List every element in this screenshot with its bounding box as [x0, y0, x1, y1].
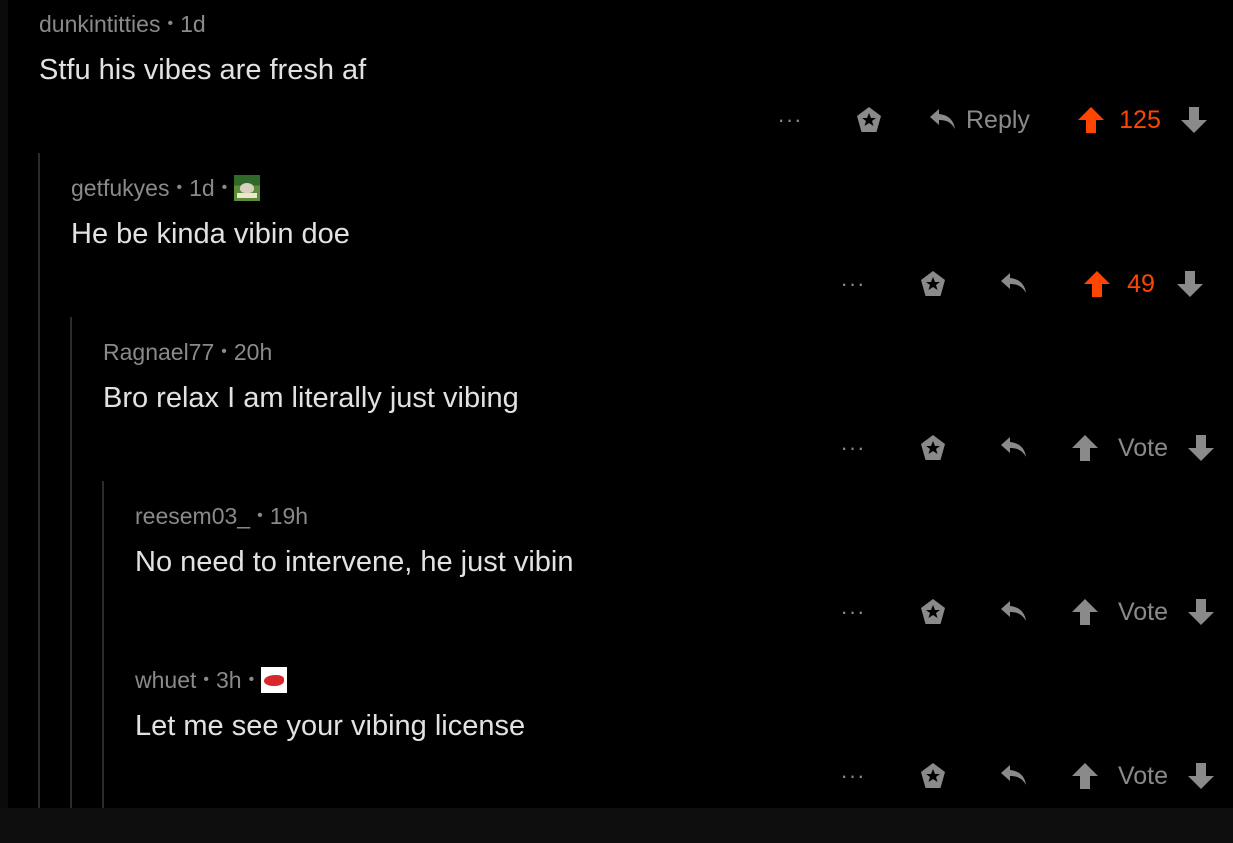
award-button[interactable]: [916, 595, 950, 629]
reply-icon: [1001, 765, 1026, 785]
comment-body: No need to intervene, he just vibin: [135, 546, 574, 578]
more-options-button[interactable]: ···: [835, 592, 871, 632]
upvote-arrow-icon: [1072, 435, 1098, 461]
award-icon: [921, 271, 945, 296]
reply-icon: [1001, 273, 1026, 293]
downvote-arrow-icon: [1188, 763, 1214, 789]
comment-actions: ··· Reply 125: [0, 100, 1233, 140]
timestamp: 1d: [180, 10, 206, 37]
award-icon: [921, 435, 945, 460]
downvote-button[interactable]: [1184, 595, 1218, 629]
username[interactable]: Ragnael77: [103, 339, 214, 366]
thread-line-depth-2[interactable]: [70, 317, 72, 808]
score: 125: [1119, 105, 1161, 134]
reply-label: Reply: [966, 105, 1030, 134]
bottom-strip: [0, 808, 1233, 843]
timestamp: 19h: [269, 502, 309, 529]
downvote-arrow-icon: [1188, 435, 1214, 461]
award-icon: [921, 599, 945, 624]
separator-dot: •: [176, 179, 183, 196]
comment-actions: ··· Vote: [0, 428, 1233, 468]
reply-button[interactable]: [997, 595, 1031, 629]
comment-actions: ··· Vote: [0, 592, 1233, 632]
upvote-arrow-icon: [1072, 599, 1098, 625]
reply-icon: [930, 109, 955, 129]
reply-icon: [1001, 437, 1026, 457]
shoe-flair-icon: [261, 667, 288, 693]
vote-label: Vote: [1117, 597, 1169, 626]
comment-meta: Ragnael77 • 20h: [103, 337, 272, 367]
username[interactable]: reesem03_: [135, 503, 250, 530]
reply-button[interactable]: [997, 431, 1031, 465]
more-options-button[interactable]: ···: [835, 428, 871, 468]
username[interactable]: dunkintitties: [39, 11, 160, 38]
more-options-button[interactable]: ···: [772, 100, 808, 140]
downvote-button[interactable]: [1184, 759, 1218, 793]
separator-dot: •: [257, 507, 263, 524]
award-icon: [857, 107, 881, 132]
separator-dot: •: [203, 671, 209, 688]
vote-label: Vote: [1117, 433, 1169, 462]
award-icon: [921, 763, 945, 788]
reply-button[interactable]: [997, 267, 1031, 301]
separator-dot: •: [167, 15, 174, 32]
comment-meta: getfukyes • 1d •: [71, 173, 261, 203]
upvote-button[interactable]: [1068, 431, 1102, 465]
thread-line-depth-1[interactable]: [38, 153, 40, 808]
award-button[interactable]: [916, 431, 950, 465]
upvote-button[interactable]: [1068, 595, 1102, 629]
award-button[interactable]: [852, 103, 886, 137]
reply-icon: [1001, 601, 1026, 621]
downvote-arrow-icon: [1181, 107, 1207, 133]
timestamp: 1d: [189, 174, 215, 201]
timestamp: 20h: [233, 338, 273, 365]
more-options-button[interactable]: ···: [835, 264, 871, 304]
award-button[interactable]: [916, 759, 950, 793]
more-options-button[interactable]: ···: [835, 756, 871, 796]
separator-dot: •: [221, 179, 228, 196]
comment-actions: ··· 49: [0, 264, 1233, 304]
separator-dot: •: [221, 343, 227, 360]
comment-body: Let me see your vibing license: [135, 710, 526, 742]
amen-flair-icon: [234, 175, 261, 201]
comment-meta: dunkintitties • 1d: [39, 9, 206, 39]
downvote-button[interactable]: [1177, 103, 1211, 137]
reply-button[interactable]: [997, 759, 1031, 793]
comment-body: Stfu his vibes are fresh af: [39, 54, 367, 86]
separator-dot: •: [248, 671, 255, 688]
downvote-button[interactable]: [1184, 431, 1218, 465]
upvote-arrow-icon: [1072, 763, 1098, 789]
upvote-button[interactable]: [1074, 103, 1108, 137]
comment-meta: reesem03_ • 19h: [135, 501, 308, 531]
downvote-button[interactable]: [1173, 267, 1207, 301]
timestamp: 3h: [215, 666, 242, 693]
comment-actions: ··· Vote: [0, 756, 1233, 796]
comment-body: He be kinda vibin doe: [71, 218, 350, 250]
upvote-arrow-icon: [1084, 271, 1110, 297]
username[interactable]: getfukyes: [71, 175, 169, 202]
upvote-button[interactable]: [1068, 759, 1102, 793]
upvote-arrow-icon: [1078, 107, 1104, 133]
downvote-arrow-icon: [1188, 599, 1214, 625]
upvote-button[interactable]: [1080, 267, 1114, 301]
username[interactable]: whuet: [135, 667, 196, 694]
award-button[interactable]: [916, 267, 950, 301]
downvote-arrow-icon: [1177, 271, 1203, 297]
vote-label: Vote: [1117, 761, 1169, 790]
comment-meta: whuet • 3h •: [135, 665, 288, 695]
score: 49: [1127, 269, 1155, 298]
comment-body: Bro relax I am literally just vibing: [103, 382, 519, 414]
reply-button[interactable]: Reply: [928, 100, 1034, 140]
